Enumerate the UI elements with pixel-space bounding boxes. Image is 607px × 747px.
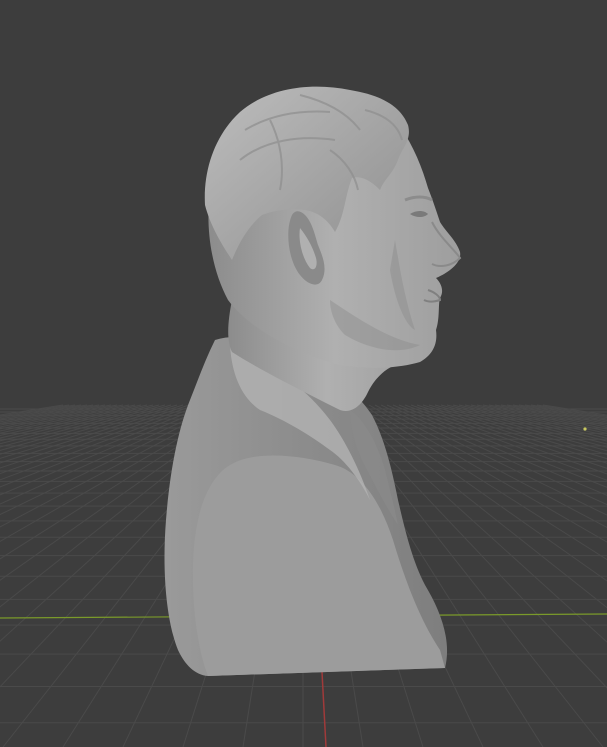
viewport-canvas[interactable]: [0, 0, 607, 747]
light-gizmo[interactable]: [583, 427, 587, 431]
3d-viewport[interactable]: [0, 0, 607, 747]
